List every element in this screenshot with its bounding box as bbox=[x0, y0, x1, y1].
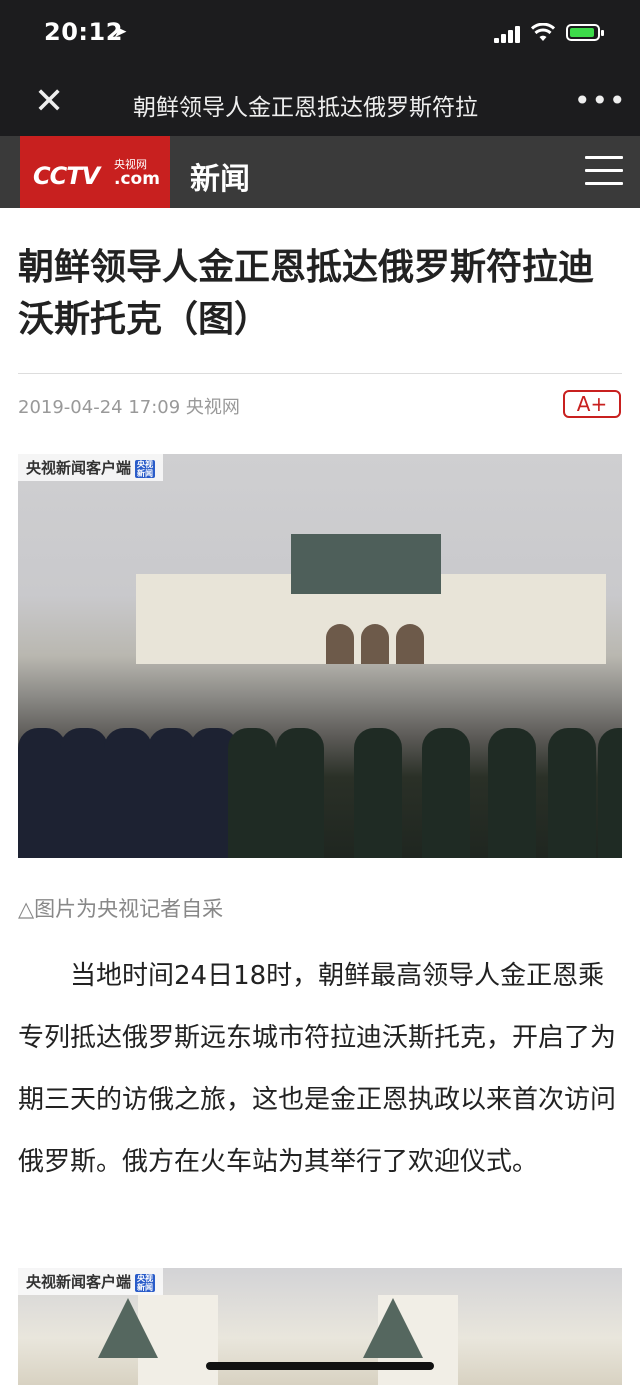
image-watermark-2: 央视新闻客户端 央视 新闻 bbox=[18, 1268, 164, 1295]
logo-text: CCTV bbox=[33, 162, 100, 190]
site-header: CCTV 央视网 .com 新闻 bbox=[0, 136, 640, 208]
station-building bbox=[136, 534, 606, 664]
logo-domain: .com bbox=[114, 169, 160, 189]
article-meta: 2019-04-24 17:09 央视网 bbox=[18, 397, 240, 418]
cctv-news-app-icon-2: 央视 新闻 bbox=[135, 1273, 156, 1292]
battery-icon bbox=[566, 24, 604, 41]
location-arrow-icon: ➤ bbox=[113, 22, 128, 42]
article-image-1[interactable]: 央视新闻客户端 央视 新闻 bbox=[18, 454, 622, 858]
image-watermark: 央视新闻客户端 央视 新闻 bbox=[18, 454, 164, 481]
article-title: 朝鲜领导人金正恩抵达俄罗斯符拉迪沃斯托克（图） bbox=[18, 247, 595, 340]
status-bar: 20:12 ➤ bbox=[0, 0, 640, 68]
cctv-news-app-icon: 央视 新闻 bbox=[135, 459, 156, 478]
section-title[interactable]: 新闻 bbox=[190, 154, 250, 198]
status-time: 20:12 bbox=[44, 18, 123, 46]
article-paragraph: 当地时间24日18时，朝鲜最高领导人金正恩乘专列抵达俄罗斯远东城市符拉迪沃斯托克… bbox=[18, 961, 617, 1177]
browser-nav-bar: ✕ 朝鲜领导人金正恩抵达俄罗斯符拉 ••• bbox=[0, 68, 640, 136]
watermark-text-2: 央视新闻客户端 bbox=[26, 1273, 132, 1291]
cctv-logo[interactable]: CCTV 央视网 .com bbox=[20, 136, 170, 208]
close-icon[interactable]: ✕ bbox=[34, 82, 64, 122]
image-caption: △图片为央视记者自采 bbox=[18, 897, 224, 921]
cellular-signal-icon bbox=[494, 24, 522, 43]
watermark-text: 央视新闻客户端 bbox=[26, 459, 132, 477]
page-title: 朝鲜领导人金正恩抵达俄罗斯符拉 bbox=[133, 95, 478, 121]
more-icon[interactable]: ••• bbox=[574, 84, 627, 117]
divider bbox=[18, 373, 622, 374]
font-size-button[interactable]: A+ bbox=[563, 390, 621, 418]
hamburger-menu-icon[interactable] bbox=[585, 156, 623, 195]
wifi-icon bbox=[531, 23, 555, 41]
home-indicator[interactable] bbox=[206, 1362, 434, 1370]
